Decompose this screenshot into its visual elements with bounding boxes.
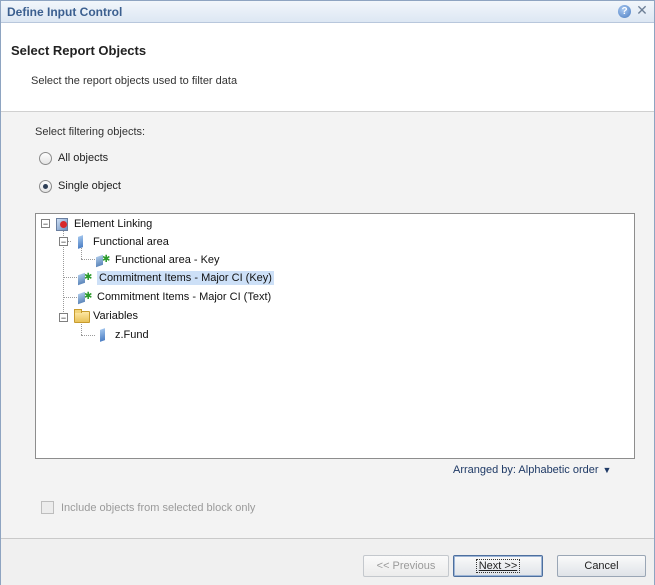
tree-node-label[interactable]: Variables xyxy=(93,310,138,322)
detail-icon xyxy=(95,253,111,267)
tree-node-commitment-items-text[interactable]: Commitment Items - Major CI (Text) xyxy=(77,289,271,305)
close-icon[interactable]: ✕ xyxy=(635,3,649,18)
title-bar: Define Input Control ? ✕ xyxy=(1,1,654,23)
tree-node-label[interactable]: Functional area - Key xyxy=(115,254,220,266)
folder-open-icon xyxy=(73,309,90,323)
radio-single-object[interactable]: Single object xyxy=(39,178,121,194)
collapse-toggle[interactable]: − xyxy=(59,313,68,323)
arranged-by-label[interactable]: Arranged by: Alphabetic order xyxy=(453,464,599,476)
filtering-objects-label: Select filtering objects: xyxy=(35,126,146,138)
tree-connector xyxy=(81,335,95,336)
radio-label[interactable]: Single object xyxy=(58,180,121,192)
radio-button[interactable] xyxy=(39,151,52,165)
dimension-icon xyxy=(73,235,89,249)
step-subtitle: Select the report objects used to filter… xyxy=(31,75,238,87)
include-block-checkbox[interactable] xyxy=(41,501,54,514)
step-header: Select Report Objects Select the report … xyxy=(1,23,654,112)
help-icon[interactable]: ? xyxy=(618,5,631,18)
tree-node-functional-area[interactable]: Functional area xyxy=(73,234,169,250)
include-block-label[interactable]: Include objects from selected block only xyxy=(61,502,255,514)
next-button[interactable]: Next >> xyxy=(453,555,543,577)
tree-node-label[interactable]: Functional area xyxy=(93,236,169,248)
radio-button-checked[interactable] xyxy=(39,179,52,193)
arranged-by-dropdown[interactable]: Arranged by: Alphabetic order ▼ xyxy=(453,464,611,476)
next-button-label[interactable]: Next >> xyxy=(475,559,521,573)
dimension-icon xyxy=(95,328,111,342)
collapse-toggle[interactable]: − xyxy=(41,219,50,229)
tree-node-element-linking[interactable]: Element Linking xyxy=(54,216,152,232)
include-block-checkbox-row[interactable]: Include objects from selected block only xyxy=(41,501,255,514)
tree-node-variables[interactable]: Variables xyxy=(73,308,138,324)
tree-node-label[interactable]: Commitment Items - Major CI (Text) xyxy=(97,291,271,303)
detail-icon xyxy=(77,290,93,304)
tree-connector xyxy=(81,259,95,260)
tree-node-functional-area-key[interactable]: Functional area - Key xyxy=(95,252,220,268)
universe-icon xyxy=(54,217,70,231)
radio-all-objects[interactable]: All objects xyxy=(39,150,108,166)
tree-node-z-fund[interactable]: z.Fund xyxy=(95,327,149,343)
previous-button[interactable]: << Previous xyxy=(363,555,449,577)
detail-icon xyxy=(77,271,93,285)
tree-node-label[interactable]: Element Linking xyxy=(74,218,152,230)
define-input-control-dialog: Define Input Control ? ✕ Select Report O… xyxy=(0,0,655,585)
tree-node-label[interactable]: Commitment Items - Major CI (Key) xyxy=(97,271,274,285)
tree-node-commitment-items-key[interactable]: Commitment Items - Major CI (Key) xyxy=(77,270,274,286)
tree-connector xyxy=(63,277,77,278)
step-title: Select Report Objects xyxy=(11,43,147,58)
chevron-down-icon[interactable]: ▼ xyxy=(603,465,612,475)
report-objects-tree[interactable]: − − − Element Linking Functional area Fu… xyxy=(35,213,635,459)
radio-label[interactable]: All objects xyxy=(58,152,108,164)
tree-connector xyxy=(63,297,77,298)
collapse-toggle[interactable]: − xyxy=(59,237,68,247)
tree-node-label[interactable]: z.Fund xyxy=(115,329,149,341)
dialog-title: Define Input Control xyxy=(7,5,123,19)
cancel-button[interactable]: Cancel xyxy=(557,555,646,577)
